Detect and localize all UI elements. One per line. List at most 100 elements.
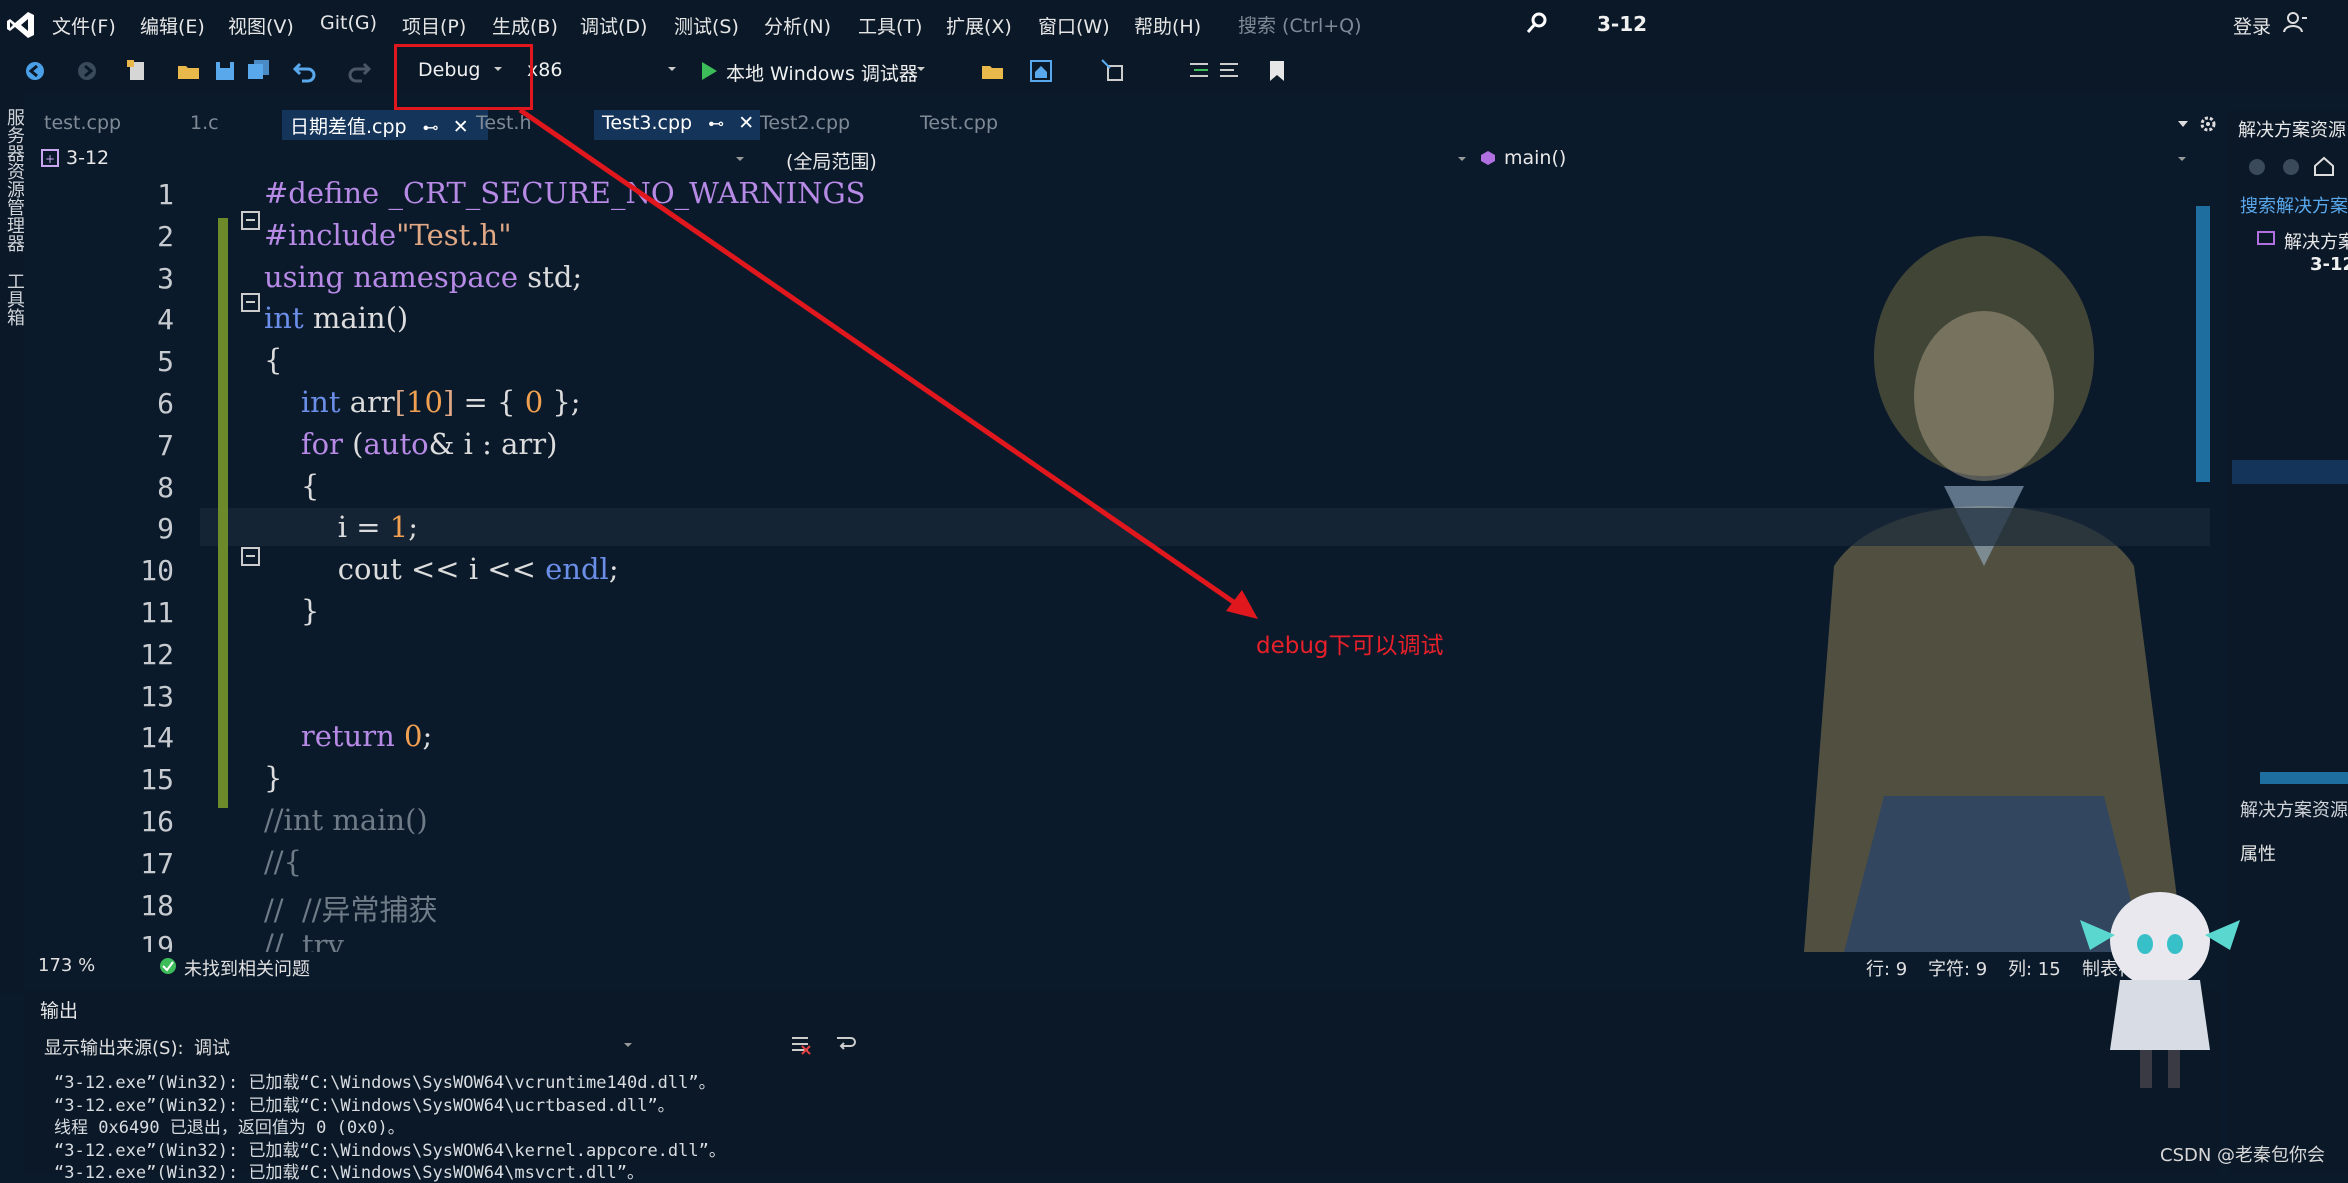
code-line[interactable]: using namespace std; xyxy=(264,260,582,294)
issues-status[interactable]: 未找到相关问题 xyxy=(184,955,310,981)
tab-test2-cpp[interactable]: Test2.cpp xyxy=(760,112,850,134)
back-icon[interactable] xyxy=(2246,156,2268,178)
save-all-icon[interactable] xyxy=(246,58,272,84)
tab-1-c[interactable]: 1.c xyxy=(190,112,219,134)
code-line[interactable]: // try xyxy=(264,928,344,952)
search-input[interactable]: 搜索 (Ctrl+Q) xyxy=(1238,11,1362,38)
chevron-down-icon[interactable] xyxy=(1456,154,1468,164)
fold-collapse-icon[interactable] xyxy=(240,546,262,568)
browse-folder-icon[interactable] xyxy=(980,58,1006,84)
tab-test-cpp[interactable]: test.cpp xyxy=(44,112,121,134)
pin-icon[interactable]: ⊷ xyxy=(423,118,439,137)
code-line[interactable]: //{ xyxy=(264,845,302,879)
output-source-dropdown[interactable]: 调试 xyxy=(194,1034,634,1059)
close-icon[interactable]: ✕ xyxy=(738,112,754,134)
code-line[interactable]: for (auto& i : arr) xyxy=(264,427,558,461)
menu-item[interactable]: 项目(P) xyxy=(402,12,466,39)
code-line[interactable]: //int main() xyxy=(264,803,428,837)
solution-search-input[interactable]: 搜索解决方案 xyxy=(2240,192,2348,218)
fold-collapse-icon[interactable] xyxy=(240,292,262,314)
code-line[interactable]: #include"Test.h" xyxy=(264,218,512,252)
project-node[interactable]: 3-12 xyxy=(2310,254,2348,275)
menu-item[interactable]: 扩展(X) xyxy=(946,12,1012,39)
comment-icon[interactable] xyxy=(1186,58,1212,84)
fold-collapse-icon[interactable] xyxy=(240,210,262,232)
undo-icon[interactable] xyxy=(292,58,318,84)
menu-item[interactable]: 窗口(W) xyxy=(1038,12,1110,39)
tab-test3-cpp[interactable]: Test3.cpp ⊷ ✕ xyxy=(594,110,760,140)
code-token: i = xyxy=(264,510,390,545)
chevron-down-icon[interactable] xyxy=(666,64,678,74)
zoom-level[interactable]: 173 % xyxy=(38,955,95,976)
menu-item[interactable]: 测试(S) xyxy=(674,12,739,39)
menu-item[interactable]: 视图(V) xyxy=(228,12,294,39)
start-debugging-icon[interactable] xyxy=(698,60,720,82)
code-line[interactable]: { xyxy=(264,469,319,503)
selected-tree-row[interactable] xyxy=(2232,460,2348,484)
menu-item[interactable]: 帮助(H) xyxy=(1134,12,1201,39)
visual-studio-logo-icon[interactable] xyxy=(6,10,36,40)
forward-icon[interactable] xyxy=(2280,156,2302,178)
solution-explorer-footer-tab[interactable]: 解决方案资源 xyxy=(2240,796,2348,822)
forward-icon[interactable] xyxy=(74,58,100,84)
nav-scope-dropdown[interactable]: (全局范围) xyxy=(786,147,877,174)
pin-icon[interactable]: ⊷ xyxy=(708,114,724,133)
settings-gear-icon[interactable] xyxy=(2198,114,2218,134)
code-token: std; xyxy=(527,259,583,294)
solution-node[interactable]: 解决方案 xyxy=(2284,228,2348,254)
word-wrap-icon[interactable] xyxy=(834,1032,858,1056)
back-icon[interactable] xyxy=(22,58,48,84)
uncomment-icon[interactable] xyxy=(1216,58,1242,84)
code-line[interactable]: cout << i << endl; xyxy=(264,552,619,586)
tab-date-diff-cpp[interactable]: 日期差值.cpp ⊷ ✕ xyxy=(282,110,488,140)
menu-item[interactable]: 分析(N) xyxy=(764,12,831,39)
menu-item[interactable]: Git(G) xyxy=(320,12,377,34)
code-token: namespace xyxy=(353,259,528,294)
home-icon[interactable] xyxy=(1028,58,1054,84)
output-source-label: 显示输出来源(S): xyxy=(44,1038,184,1059)
chevron-down-icon[interactable] xyxy=(622,1040,634,1050)
user-icon[interactable] xyxy=(2282,10,2308,36)
tab-test-h[interactable]: Test.h xyxy=(476,112,532,134)
chevron-down-icon[interactable] xyxy=(915,64,927,74)
menu-item[interactable]: 编辑(E) xyxy=(140,12,205,39)
chevron-down-icon[interactable] xyxy=(2176,154,2188,164)
login-link[interactable]: 登录 xyxy=(2233,12,2271,39)
home-icon[interactable] xyxy=(2312,154,2336,178)
new-project-icon[interactable] xyxy=(124,58,150,84)
vertical-scrollbar-thumb[interactable] xyxy=(2196,206,2210,482)
menu-item[interactable]: 文件(F) xyxy=(52,12,116,39)
line-number: 17 xyxy=(140,846,174,880)
code-line[interactable]: { xyxy=(264,343,282,377)
code-line[interactable]: return 0; xyxy=(264,719,432,753)
solution-icon xyxy=(2257,231,2275,245)
nav-member-dropdown[interactable]: main() xyxy=(1504,147,1566,169)
open-folder-icon[interactable] xyxy=(176,58,202,84)
code-line[interactable]: #define _CRT_SECURE_NO_WARNINGS xyxy=(264,176,866,210)
horizontal-scrollbar-thumb[interactable] xyxy=(2260,772,2348,784)
step-icon[interactable] xyxy=(1100,58,1126,84)
code-editor[interactable]: 1 #define _CRT_SECURE_NO_WARNINGS 2 #includ… xyxy=(24,176,2220,952)
code-line[interactable]: } xyxy=(264,761,282,795)
menu-item[interactable]: 工具(T) xyxy=(858,12,922,39)
bookmark-icon[interactable] xyxy=(1264,58,1290,84)
code-line[interactable]: // //异常捕获 xyxy=(264,887,438,929)
clear-all-icon[interactable] xyxy=(788,1032,812,1056)
close-icon[interactable]: ✕ xyxy=(453,116,469,138)
tab-overflow-chevron-icon[interactable] xyxy=(2176,118,2190,130)
code-line[interactable]: i = 1; xyxy=(264,510,418,544)
search-icon[interactable] xyxy=(1524,10,1550,36)
start-debugger-button[interactable]: 本地 Windows 调试器 xyxy=(726,59,918,86)
save-icon[interactable] xyxy=(212,58,238,84)
line-number: 10 xyxy=(140,554,174,588)
code-line[interactable]: int arr[10] = { 0 }; xyxy=(264,385,581,419)
menu-item[interactable]: 调试(D) xyxy=(580,12,647,39)
nav-project-dropdown[interactable]: 3-12 xyxy=(66,147,109,169)
code-line[interactable]: int main() xyxy=(264,301,408,335)
menu-item[interactable]: 生成(B) xyxy=(492,12,558,39)
chevron-down-icon[interactable] xyxy=(734,154,746,164)
tab-test-cpp-2[interactable]: Test.cpp xyxy=(920,112,998,134)
redo-icon[interactable] xyxy=(346,58,372,84)
code-line[interactable]: } xyxy=(264,594,319,628)
